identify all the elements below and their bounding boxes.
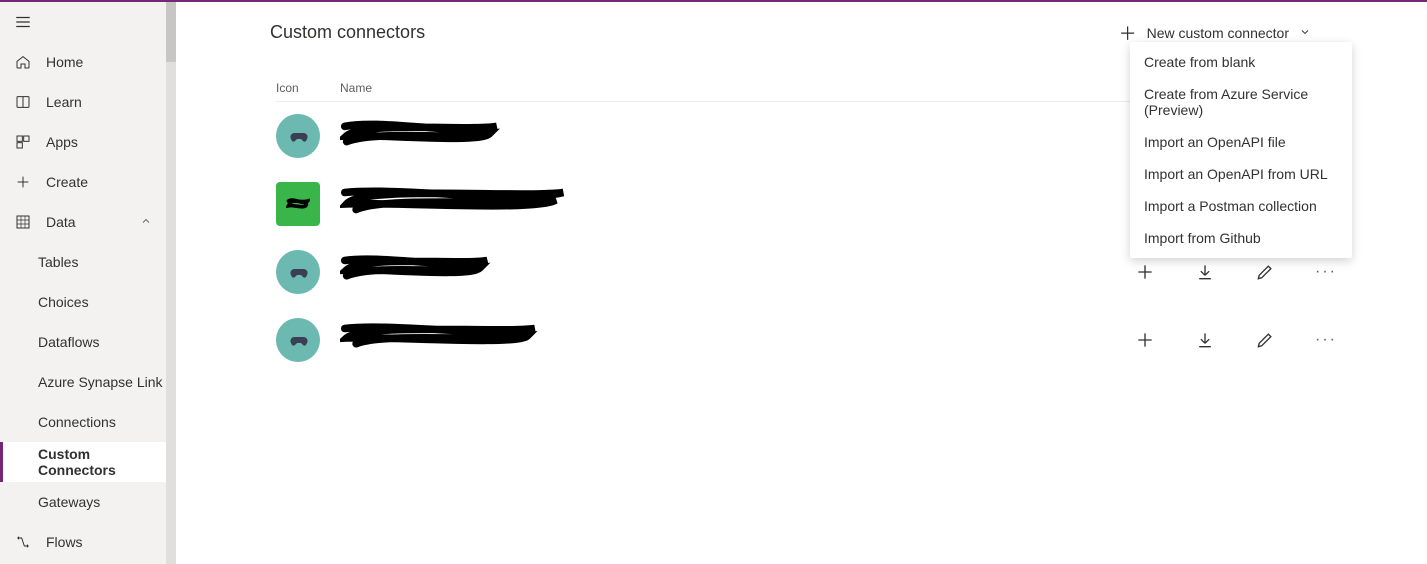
menu-import-github[interactable]: Import from Github: [1130, 222, 1352, 254]
sidebar-item-dataflows[interactable]: Dataflows: [0, 322, 166, 362]
sidebar-item-custom-connectors[interactable]: Custom Connectors: [0, 442, 166, 482]
flow-icon: [14, 534, 32, 550]
edit-action[interactable]: [1255, 262, 1275, 282]
sidebar-item-gateways[interactable]: Gateways: [0, 482, 166, 522]
sidebar-item-home[interactable]: Home: [0, 42, 166, 82]
sidebar-item-learn[interactable]: Learn: [0, 82, 166, 122]
sidebar-label: Learn: [46, 94, 82, 110]
connector-icon: [276, 114, 340, 158]
sidebar-item-choices[interactable]: Choices: [0, 282, 166, 322]
menu-import-postman[interactable]: Import a Postman collection: [1130, 190, 1352, 222]
sidebar-label: Custom Connectors: [38, 446, 166, 478]
sidebar-scrollbar[interactable]: [166, 2, 176, 564]
sidebar-label: Tables: [38, 254, 78, 270]
more-actions[interactable]: ···: [1315, 331, 1337, 349]
sidebar-label: Data: [46, 214, 76, 230]
connector-name-redacted: [340, 319, 1057, 362]
download-action[interactable]: [1195, 262, 1215, 282]
hamburger-menu[interactable]: [0, 2, 166, 42]
sidebar-item-tables[interactable]: Tables: [0, 242, 166, 282]
sidebar-item-data[interactable]: Data: [0, 202, 166, 242]
sidebar-item-azure-synapse-link[interactable]: Azure Synapse Link: [0, 362, 166, 402]
book-icon: [14, 94, 32, 110]
sidebar-label: Azure Synapse Link: [38, 374, 163, 390]
sidebar-label: Home: [46, 54, 83, 70]
connector-name-redacted: [340, 183, 1057, 226]
home-icon: [14, 54, 32, 70]
gamepad-icon: [286, 260, 310, 284]
connector-icon: [276, 182, 340, 226]
add-action[interactable]: [1135, 262, 1155, 282]
chevron-down-icon: [1299, 25, 1311, 41]
apps-icon: [14, 134, 32, 150]
table-row: ···: [276, 306, 1337, 374]
sidebar-item-flows[interactable]: Flows: [0, 522, 166, 562]
sidebar-label: Dataflows: [38, 334, 99, 350]
connector-name-redacted: [340, 115, 1057, 158]
sidebar: Home Learn Apps Create Data Tables Choic…: [0, 2, 176, 564]
sidebar-item-create[interactable]: Create: [0, 162, 166, 202]
gamepad-icon: [286, 124, 310, 148]
gamepad-icon: [286, 328, 310, 352]
connector-name-redacted: [340, 251, 1057, 294]
menu-import-openapi-file[interactable]: Import an OpenAPI file: [1130, 126, 1352, 158]
chevron-up-icon: [140, 214, 152, 230]
connector-icon: [276, 250, 340, 294]
add-action[interactable]: [1135, 330, 1155, 350]
menu-create-from-blank[interactable]: Create from blank: [1130, 46, 1352, 78]
sidebar-label: Apps: [46, 134, 78, 150]
sidebar-label: Connections: [38, 414, 116, 430]
sidebar-label: Flows: [46, 534, 83, 550]
sidebar-label: Create: [46, 174, 88, 190]
edit-action[interactable]: [1255, 330, 1275, 350]
plus-icon: [14, 174, 32, 190]
hamburger-icon: [14, 13, 32, 31]
header-name: Name: [340, 81, 1057, 95]
menu-import-openapi-url[interactable]: Import an OpenAPI from URL: [1130, 158, 1352, 190]
sidebar-item-connections[interactable]: Connections: [0, 402, 166, 442]
sidebar-label: Choices: [38, 294, 89, 310]
grid-icon: [14, 214, 32, 230]
sidebar-item-apps[interactable]: Apps: [0, 122, 166, 162]
button-label: New custom connector: [1147, 25, 1289, 41]
sidebar-label: Gateways: [38, 494, 100, 510]
new-connector-dropdown: Create from blank Create from Azure Serv…: [1130, 42, 1352, 258]
header-icon: Icon: [276, 81, 340, 95]
menu-create-from-azure-service[interactable]: Create from Azure Service (Preview): [1130, 78, 1352, 126]
page-title: Custom connectors: [270, 22, 425, 43]
main-content: Custom connectors ＋ New custom connector…: [176, 2, 1427, 564]
more-actions[interactable]: ···: [1315, 263, 1337, 281]
download-action[interactable]: [1195, 330, 1215, 350]
connector-icon: [276, 318, 340, 362]
redacted-icon: [286, 192, 310, 216]
